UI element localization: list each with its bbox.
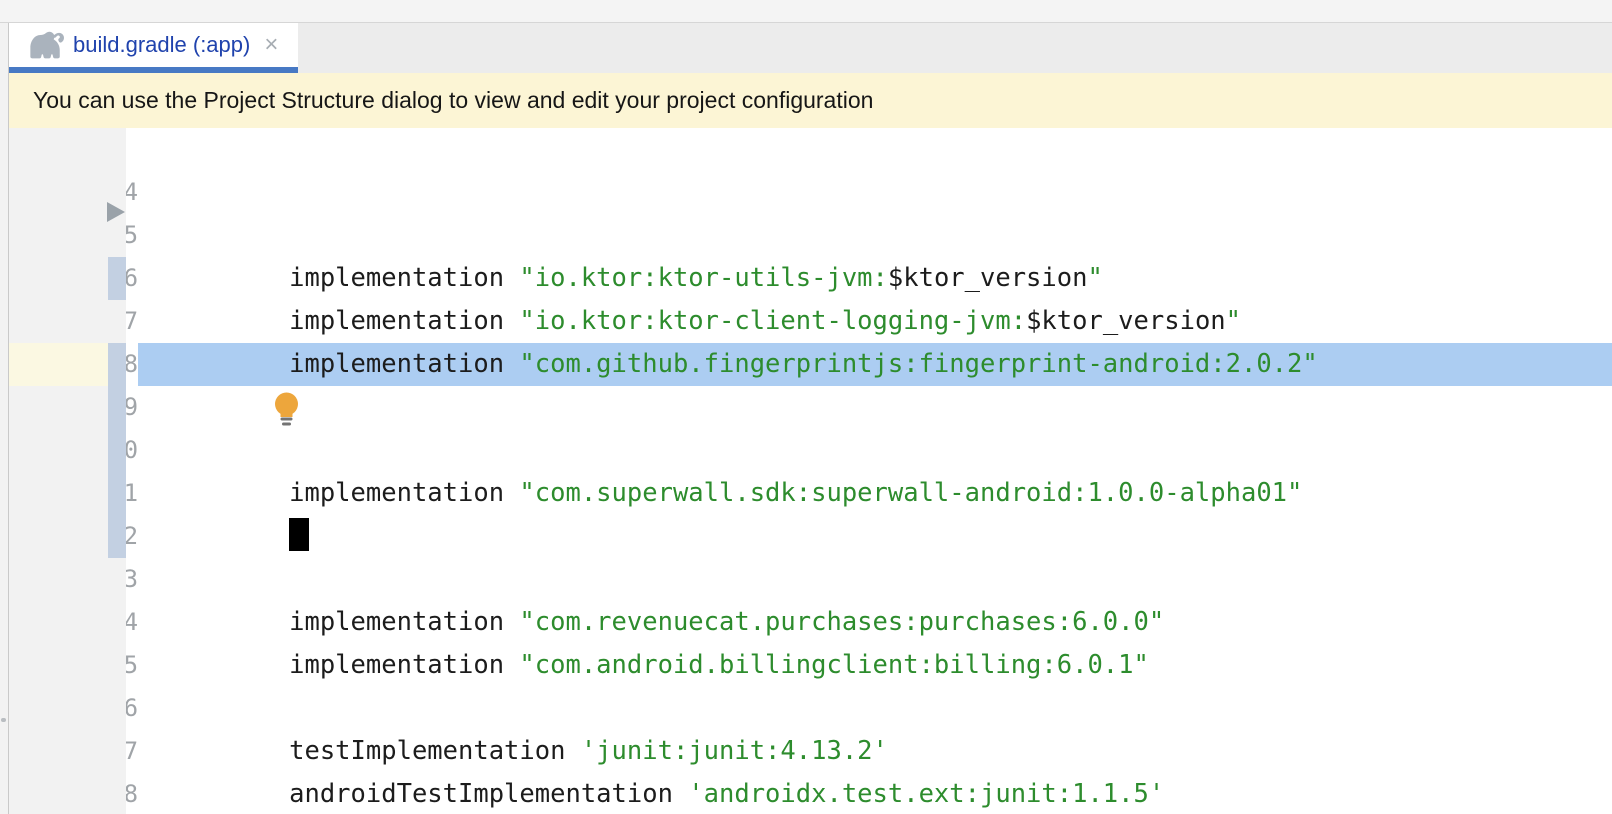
code-string: "com.github.fingerprintjs:fingerprint-an… — [519, 349, 1317, 379]
tab-label: build.gradle (:app) — [73, 32, 250, 58]
code-plain: testImplementation — [289, 736, 581, 766]
code-string: " — [1087, 263, 1102, 293]
code-variable: $ktor_version — [888, 263, 1088, 293]
change-marker — [108, 257, 126, 300]
gutter-cell: 67 — [9, 257, 126, 300]
code-plain: implementation — [289, 349, 519, 379]
code-plain: implementation — [289, 650, 519, 680]
code-string: "com.android.billingclient:billing:6.0.1… — [519, 650, 1148, 680]
code-variable: $ktor_version — [1026, 306, 1226, 336]
code-cell[interactable]: implementation "io.ktor:ktor-utils-jvm:$… — [126, 128, 1612, 171]
code-cell[interactable]: implementation "io.ktor:ktor-client-logg… — [126, 171, 1612, 214]
code-text: implementation "com.github.fingerprintjs… — [289, 349, 1318, 379]
code-plain: implementation — [289, 306, 519, 336]
code-line: 66 implementation "com.github.fingerprin… — [9, 214, 1612, 257]
left-edge-strip — [0, 23, 9, 814]
run-triangle-icon[interactable] — [107, 202, 125, 222]
code-plain: androidTestImplementation — [289, 779, 688, 809]
code-line: 77 androidTestImplementation 'androidx.t… — [9, 687, 1612, 730]
change-marker — [108, 472, 126, 515]
gutter-cell: 74 — [9, 558, 126, 601]
tab-build-gradle[interactable]: build.gradle (:app) × — [9, 23, 298, 73]
code-text: implementation "com.revenuecat.purchases… — [289, 607, 1164, 637]
code-plain: implementation — [289, 263, 519, 293]
gutter-cell: 71 — [9, 429, 126, 472]
gutter-cell: 70 — [9, 386, 126, 429]
code-cell[interactable]: androidTestImplementation 'androidx.test… — [126, 687, 1612, 730]
gutter-cell: 79 — [9, 773, 126, 814]
gradle-elephant-icon — [23, 26, 65, 64]
code-string: 'junit:junit:4.13.2' — [581, 736, 888, 766]
gutter-cell: 75 — [9, 601, 126, 644]
edge-marker-dot — [1, 718, 6, 722]
code-string: " — [1226, 306, 1241, 336]
gutter-cell: 69 — [9, 343, 126, 386]
gutter-cell: 68 — [9, 300, 126, 343]
code-text: implementation "com.superwall.sdk:superw… — [289, 478, 1302, 508]
banner-text: You can use the Project Structure dialog… — [33, 87, 873, 114]
code-cell[interactable] — [126, 429, 1612, 472]
text-caret — [289, 518, 309, 551]
code-cell[interactable]: implementation "com.android.billingclien… — [126, 515, 1612, 558]
code-cell[interactable] — [126, 386, 1612, 429]
code-plain: implementation — [289, 607, 519, 637]
intention-bulb-icon[interactable] — [148, 348, 302, 485]
code-line: 73 implementation "com.android.billingcl… — [9, 515, 1612, 558]
gutter-cell: 78 — [9, 730, 126, 773]
code-plain: implementation — [289, 478, 519, 508]
code-line: 64 implementation "io.ktor:ktor-utils-jv… — [9, 128, 1612, 171]
code-text: testImplementation 'junit:junit:4.13.2' — [289, 736, 888, 766]
code-string: 'androidx.test.ext:junit:1.1.5' — [688, 779, 1164, 809]
change-marker — [108, 515, 126, 558]
code-text: androidTestImplementation 'androidx.test… — [289, 779, 1164, 809]
code-cell[interactable]: implementation "com.github.fingerprintjs… — [126, 214, 1612, 257]
code-lines: 64 implementation "io.ktor:ktor-utils-jv… — [9, 128, 1612, 814]
change-marker — [108, 343, 126, 386]
code-string: "io.ktor:ktor-client-logging-jvm: — [519, 306, 1026, 336]
gutter-cell: 76 — [9, 644, 126, 687]
change-marker — [108, 429, 126, 472]
code-text: implementation "io.ktor:ktor-client-logg… — [289, 306, 1241, 336]
code-text: implementation "com.android.billingclien… — [289, 650, 1149, 680]
code-editor[interactable]: 64 implementation "io.ktor:ktor-utils-jv… — [9, 128, 1612, 814]
window-top-strip — [0, 0, 1612, 23]
ide-window: build.gradle (:app) × You can use the Pr… — [0, 0, 1612, 814]
gutter-cell: 64 — [9, 128, 126, 171]
change-marker — [108, 386, 126, 429]
code-line: 65 implementation "io.ktor:ktor-client-l… — [9, 171, 1612, 214]
code-string: "io.ktor:ktor-utils-jvm: — [519, 263, 887, 293]
close-tab-icon[interactable]: × — [264, 33, 278, 57]
editor-tab-bar: build.gradle (:app) × — [9, 23, 1612, 73]
code-string: "com.superwall.sdk:superwall-android:1.0… — [519, 478, 1302, 508]
code-text: implementation "io.ktor:ktor-utils-jvm:$… — [289, 263, 1103, 293]
code-cell[interactable] — [126, 558, 1612, 601]
gutter-cell: 72 — [9, 472, 126, 515]
code-line: 74 — [9, 558, 1612, 601]
notification-banner: You can use the Project Structure dialog… — [9, 73, 1612, 128]
code-string: "com.revenuecat.purchases:purchases:6.0.… — [519, 607, 1164, 637]
gutter-cell: 77 — [9, 687, 126, 730]
gutter-cell: 73 — [9, 515, 126, 558]
